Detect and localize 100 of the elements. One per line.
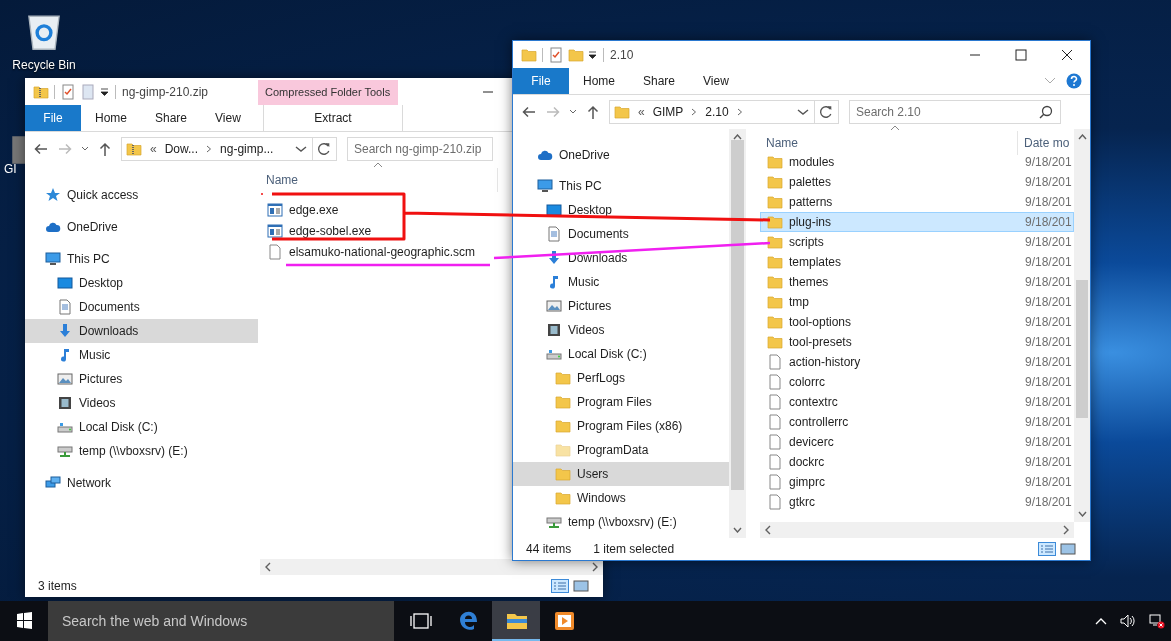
- file-row[interactable]: controllerrc 9/18/201: [760, 412, 1074, 432]
- date-modified: 9/18/201: [1024, 354, 1072, 371]
- nav-item[interactable]: Local Disk (C:): [513, 342, 729, 366]
- breadcrumb-overflow[interactable]: «: [638, 103, 645, 121]
- context-tab-group-label: Compressed Folder Tools: [258, 80, 399, 105]
- file-name: modules: [789, 155, 835, 171]
- nav-item[interactable]: Documents: [25, 295, 258, 319]
- nav-item[interactable]: Desktop: [513, 198, 729, 222]
- nav-item[interactable]: OneDrive: [513, 143, 729, 167]
- nav-item[interactable]: Local Disk (C:): [25, 415, 258, 439]
- file-row[interactable]: gimprc 9/18/201: [760, 472, 1074, 492]
- column-header[interactable]: Date mo: [1018, 131, 1074, 155]
- date-modified: 9/18/201: [1024, 194, 1072, 211]
- file-row[interactable]: edge-sobel.exe: [260, 220, 510, 241]
- column-header[interactable]: Name: [260, 168, 498, 192]
- breadcrumb-overflow[interactable]: «: [150, 140, 157, 158]
- nav-item[interactable]: Network: [25, 471, 258, 495]
- file-name: plug-ins: [789, 214, 832, 231]
- nav-item[interactable]: Program Files: [513, 390, 729, 414]
- desktop-icon-label[interactable]: GI: [4, 160, 17, 178]
- ribbon-tab[interactable]: Home: [81, 105, 141, 131]
- file-row[interactable]: tool-options 9/18/201: [760, 312, 1074, 332]
- ribbon-tab[interactable]: Home: [569, 68, 629, 94]
- ribbon-tab[interactable]: View: [689, 68, 743, 94]
- file-row[interactable]: patterns 9/18/201: [760, 192, 1074, 212]
- file-name: devicerc: [789, 434, 834, 451]
- ribbon-tab[interactable]: Share: [629, 68, 690, 94]
- file-row[interactable]: dockrc 9/18/201: [760, 452, 1074, 472]
- date-modified: 9/18/201: [1024, 274, 1072, 291]
- file-name: dockrc: [789, 454, 825, 471]
- nav-item[interactable]: Pictures: [513, 294, 729, 318]
- file-name: palettes: [789, 174, 832, 191]
- nav-item[interactable]: Pictures: [25, 367, 258, 391]
- nav-item[interactable]: OneDrive: [25, 215, 258, 239]
- file-name: controllerrc: [789, 414, 849, 431]
- date-modified: 9/18/201: [1024, 494, 1072, 511]
- file-row[interactable]: plug-ins 9/18/201: [760, 212, 1074, 232]
- date-modified: 9/18/201: [1024, 434, 1072, 451]
- ribbon-tab[interactable]: View: [201, 105, 255, 131]
- address-bar[interactable]: « GIMP 2.10: [609, 100, 839, 124]
- file-row[interactable]: themes 9/18/201: [760, 272, 1074, 292]
- file-row[interactable]: modules 9/18/201: [760, 155, 1074, 172]
- file-row[interactable]: contextrc 9/18/201: [760, 392, 1074, 412]
- breadcrumb[interactable]: GIMP: [652, 103, 684, 121]
- date-modified: 9/18/201: [1024, 414, 1072, 431]
- breadcrumb[interactable]: Dow...: [164, 140, 199, 158]
- file-name: edge-sobel.exe: [289, 222, 372, 240]
- file-name: colorrc: [789, 374, 825, 391]
- nav-item[interactable]: Documents: [513, 222, 729, 246]
- file-row[interactable]: tmp 9/18/201: [760, 292, 1074, 312]
- address-bar[interactable]: « Dow... ng-gimp...: [121, 137, 337, 161]
- nav-item[interactable]: Music: [513, 270, 729, 294]
- item-count: 3 items: [38, 578, 77, 595]
- nav-item[interactable]: Quick access: [25, 183, 258, 207]
- nav-item[interactable]: Program Files (x86): [513, 414, 729, 438]
- breadcrumb[interactable]: 2.10: [705, 103, 729, 121]
- file-name: action-history: [789, 354, 861, 371]
- file-row[interactable]: colorrc 9/18/201: [760, 372, 1074, 392]
- file-row[interactable]: gtkrc 9/18/201: [760, 492, 1074, 512]
- nav-item[interactable]: Music: [25, 343, 258, 367]
- nav-item[interactable]: Desktop: [25, 271, 258, 295]
- nav-item[interactable]: Downloads: [25, 319, 258, 343]
- nav-item[interactable]: PerfLogs: [513, 366, 729, 390]
- nav-item[interactable]: Downloads: [513, 246, 729, 270]
- date-modified: 9/18/201: [1024, 294, 1072, 311]
- nav-item[interactable]: This PC: [25, 247, 258, 271]
- file-row[interactable]: edge.exe: [260, 199, 510, 220]
- file-name: scripts: [789, 234, 824, 251]
- file-row[interactable]: templates 9/18/201: [760, 252, 1074, 272]
- search-field[interactable]: Search 2.10: [849, 100, 1061, 124]
- breadcrumb[interactable]: ng-gimp...: [220, 140, 274, 158]
- column-header[interactable]: Name: [760, 131, 1018, 155]
- file-name: elsamuko-national-geographic.scm: [289, 243, 476, 261]
- ribbon-tab[interactable]: File: [25, 105, 81, 131]
- file-row[interactable]: palettes 9/18/201: [760, 172, 1074, 192]
- file-row[interactable]: elsamuko-national-geographic.scm: [260, 241, 510, 262]
- date-modified: 9/18/201: [1024, 214, 1072, 231]
- window-title: 2.10: [610, 46, 634, 64]
- file-name: contextrc: [789, 394, 838, 411]
- ribbon-tab[interactable]: Share: [141, 105, 202, 131]
- file-name: gimprc: [789, 474, 825, 491]
- nav-item[interactable]: This PC: [513, 174, 729, 198]
- search-field[interactable]: Search ng-gimp-210.zip: [347, 137, 493, 161]
- nav-item[interactable]: Videos: [513, 318, 729, 342]
- nav-item[interactable]: temp (\\vboxsrv) (E:): [25, 439, 258, 463]
- nav-item[interactable]: ProgramData: [513, 438, 729, 462]
- file-row[interactable]: action-history 9/18/201: [760, 352, 1074, 372]
- window-title: ng-gimp-210.zip: [122, 83, 209, 101]
- nav-item[interactable]: Windows: [513, 486, 729, 510]
- nav-item[interactable]: temp (\\vboxsrv) (E:): [513, 510, 729, 534]
- file-name: edge.exe: [289, 201, 339, 219]
- file-row[interactable]: scripts 9/18/201: [760, 232, 1074, 252]
- file-row[interactable]: devicerc 9/18/201: [760, 432, 1074, 452]
- ribbon-tab[interactable]: Extract: [263, 105, 403, 131]
- desktop-icon-label[interactable]: Recycle Bin: [12, 56, 76, 74]
- file-row[interactable]: tool-presets 9/18/201: [760, 332, 1074, 352]
- file-name: themes: [789, 274, 829, 291]
- nav-item[interactable]: Users: [513, 462, 729, 486]
- taskbar-search-field[interactable]: Search the web and Windows: [48, 601, 394, 641]
- nav-item[interactable]: Videos: [25, 391, 258, 415]
